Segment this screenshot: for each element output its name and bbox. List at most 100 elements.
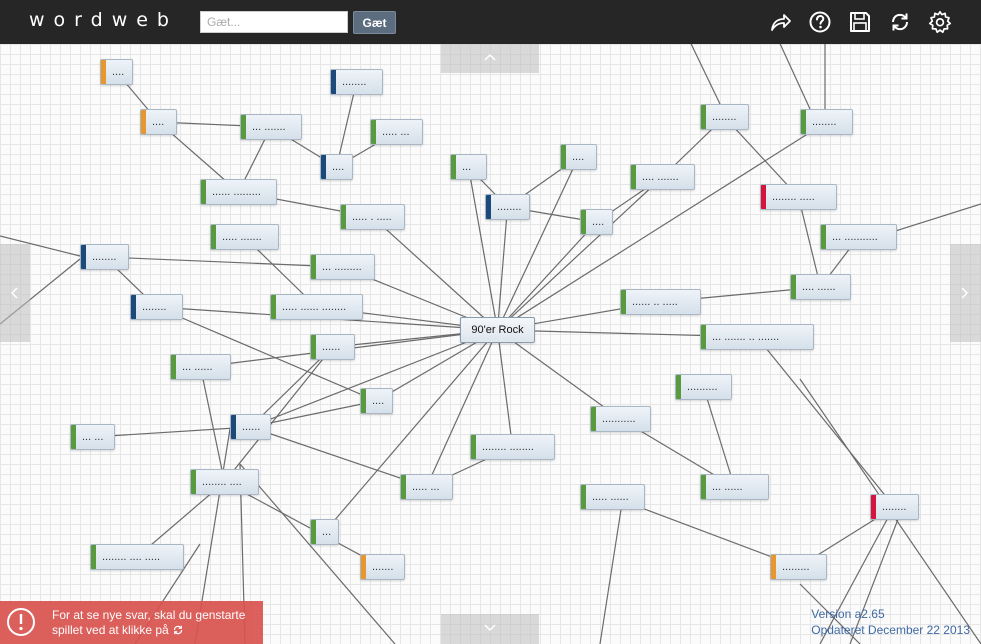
word-node[interactable]: ..... ....... — [210, 224, 279, 250]
node-color-marker — [561, 145, 566, 169]
word-node[interactable]: .... — [320, 154, 353, 180]
word-node[interactable]: ....... — [360, 554, 405, 580]
word-node-label: .... — [332, 161, 345, 173]
graph-edge — [756, 336, 895, 508]
scroll-right-button[interactable] — [950, 244, 981, 342]
word-node-label: .... — [372, 395, 385, 407]
word-node[interactable]: ... ...... — [170, 354, 231, 380]
word-node-label: ... ......... — [322, 261, 362, 273]
word-node[interactable]: .... — [100, 59, 133, 85]
word-node[interactable]: ........ — [870, 494, 919, 520]
node-color-marker — [371, 120, 376, 144]
notice-message: For at se nye svar, skal du genstarte sp… — [52, 608, 260, 638]
graph-edge — [372, 216, 498, 331]
word-node[interactable]: ...... .. ..... — [620, 289, 701, 315]
word-node[interactable]: ..... ...... ........ — [270, 294, 363, 320]
word-node[interactable]: ........ .... ..... — [90, 544, 184, 570]
node-color-marker — [581, 485, 586, 509]
word-node[interactable]: ...... — [310, 334, 355, 360]
center-word-node[interactable]: 90'er Rock — [460, 317, 535, 343]
guess-input[interactable] — [200, 11, 348, 33]
word-node[interactable]: ........ — [80, 244, 129, 270]
scroll-down-button[interactable] — [441, 614, 539, 644]
graph-edge — [702, 386, 736, 488]
node-color-marker — [451, 155, 456, 179]
word-node-label: ...... .. ..... — [632, 296, 678, 308]
word-node[interactable]: .... ....... — [630, 164, 695, 190]
app-logo[interactable]: wordweb — [29, 9, 178, 31]
graph-edge — [497, 221, 597, 331]
word-node[interactable]: ..... ... — [370, 119, 423, 145]
node-color-marker — [311, 520, 316, 544]
version-info: Version a2.65 Opdateret December 22 2013 — [811, 606, 970, 638]
node-color-marker — [141, 110, 146, 134]
word-node-label: ........ .... — [202, 476, 242, 488]
word-node[interactable]: ...... — [230, 414, 271, 440]
word-node[interactable]: ........ — [130, 294, 183, 320]
word-node[interactable]: ........ — [485, 194, 530, 220]
word-node[interactable]: ... ....... .. ....... — [700, 324, 814, 350]
word-node-label: ... ...... — [712, 481, 743, 493]
node-color-marker — [71, 425, 76, 449]
word-node[interactable]: ........ ..... — [760, 184, 837, 210]
scroll-up-button[interactable] — [441, 44, 539, 73]
word-node[interactable]: ........... — [590, 406, 651, 432]
word-node[interactable]: .... — [580, 209, 613, 235]
word-node-label: ... ....... — [252, 121, 286, 133]
word-node[interactable]: ..... ... — [400, 474, 453, 500]
settings-icon[interactable] — [928, 10, 952, 34]
word-node[interactable]: .... — [560, 144, 597, 170]
word-node[interactable]: ..... . ..... — [340, 204, 405, 230]
word-node[interactable]: ........ — [330, 69, 383, 95]
node-color-marker — [131, 295, 136, 319]
save-icon[interactable] — [848, 10, 872, 34]
help-icon[interactable] — [808, 10, 832, 34]
node-color-marker — [771, 555, 776, 579]
word-node[interactable]: .... — [140, 109, 177, 135]
word-node[interactable]: ... — [310, 519, 339, 545]
word-node-label: .......... — [687, 381, 718, 393]
word-node-label: ........ ..... — [772, 191, 815, 203]
word-node-label: .... — [152, 116, 165, 128]
word-node-label: ...... ......... — [212, 186, 261, 198]
word-node[interactable]: ... ........... — [820, 224, 897, 250]
word-node[interactable]: ... ... — [70, 424, 115, 450]
refresh-icon[interactable] — [888, 10, 912, 34]
word-node-label: ..... . ..... — [352, 211, 392, 223]
word-node[interactable]: ... — [450, 154, 487, 180]
word-node[interactable]: ...... ......... — [200, 179, 277, 205]
node-color-marker — [321, 155, 326, 179]
chevron-up-icon — [484, 53, 496, 61]
word-node[interactable]: ........ — [800, 109, 853, 135]
word-node-label: ...... — [322, 341, 341, 353]
restart-notice: For at se nye svar, skal du genstarte sp… — [0, 601, 263, 644]
node-color-marker — [791, 275, 796, 299]
word-node[interactable]: ........ .... — [190, 469, 259, 495]
word-node-label: .... — [592, 216, 605, 228]
word-node-label: ......... — [782, 561, 810, 573]
word-node[interactable]: .... — [360, 388, 393, 414]
word-node[interactable]: .......... — [675, 374, 732, 400]
node-color-marker — [761, 185, 766, 209]
refresh-inline-icon[interactable] — [172, 624, 184, 636]
share-icon[interactable] — [768, 10, 792, 34]
word-node[interactable]: ......... — [770, 554, 827, 580]
node-color-marker — [801, 110, 806, 134]
node-color-marker — [621, 290, 626, 314]
node-color-marker — [631, 165, 636, 189]
scroll-left-button[interactable] — [0, 244, 30, 342]
word-node[interactable]: ... ......... — [310, 254, 375, 280]
word-node-label: ... ... — [82, 431, 104, 443]
word-node[interactable]: .... ...... — [790, 274, 851, 300]
word-node-label: ..... ...... — [592, 491, 629, 503]
word-graph-board[interactable]: ................... ............ .......… — [0, 44, 981, 644]
graph-edge — [92, 426, 251, 438]
guess-button[interactable]: Gæt — [353, 11, 396, 34]
word-node[interactable]: ........ ........ — [470, 434, 555, 460]
word-node[interactable]: ..... ...... — [580, 484, 645, 510]
word-node[interactable]: ........ — [700, 104, 749, 130]
word-node-label: .... ...... — [802, 281, 836, 293]
word-node[interactable]: ... ....... — [240, 114, 302, 140]
word-node[interactable]: ... ...... — [700, 474, 769, 500]
word-node-label: ........ — [712, 111, 737, 123]
